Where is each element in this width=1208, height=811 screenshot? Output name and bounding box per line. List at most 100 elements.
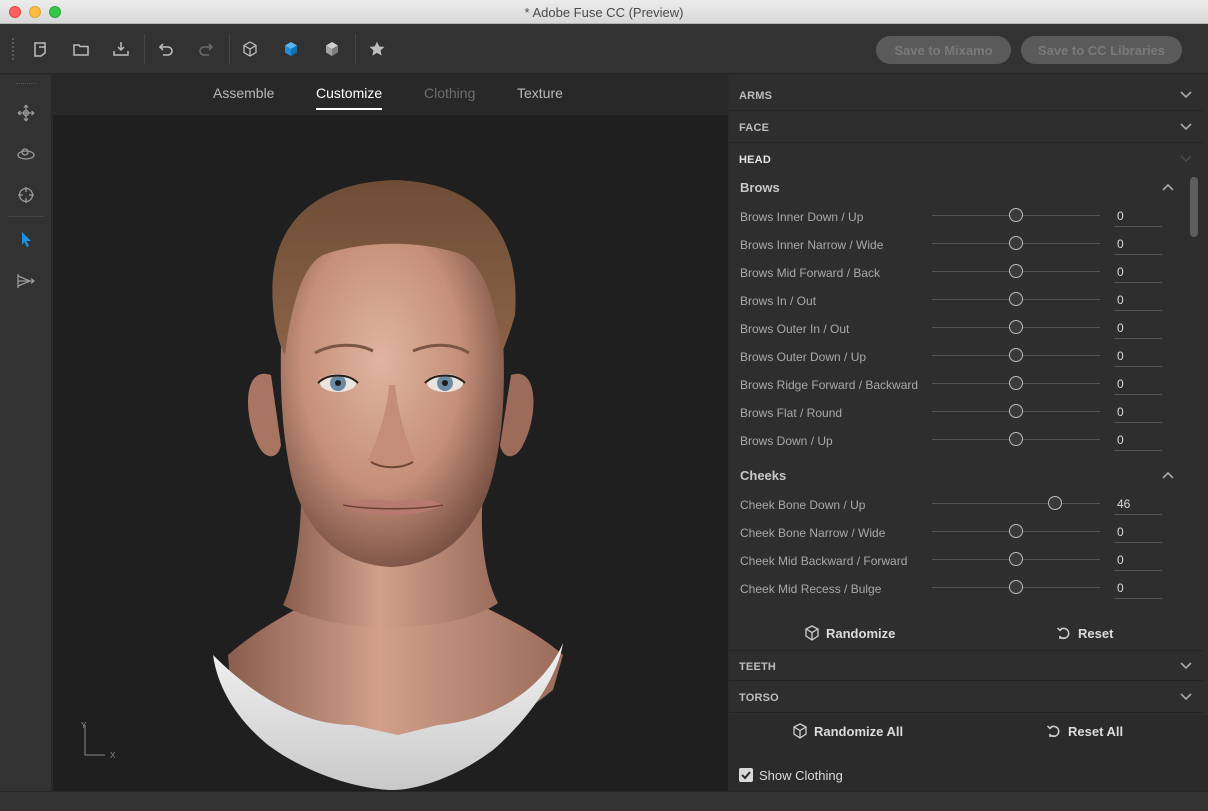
slider-row: Cheek Mid Backward / Forward 0 [729, 546, 1203, 574]
slider-thumb[interactable] [1009, 524, 1023, 538]
slider-thumb[interactable] [1009, 404, 1023, 418]
section-face[interactable]: FACE [729, 112, 1203, 143]
randomize-button[interactable]: Randomize [804, 625, 895, 641]
star-icon[interactable] [365, 37, 389, 61]
slider-value-field[interactable]: 46 [1114, 493, 1162, 515]
slider-row: Cheek Mid Recess / Bulge 0 [729, 574, 1203, 602]
slider-row: Brows Down / Up 0 [729, 426, 1203, 454]
slider-label: Brows Inner Down / Up [740, 210, 864, 224]
slider-row: Brows Ridge Forward / Backward 0 [729, 370, 1203, 398]
slider-value-field[interactable]: 0 [1114, 345, 1162, 367]
select-arrow-icon[interactable] [14, 227, 38, 251]
solid-cube-icon[interactable] [320, 37, 344, 61]
slider-thumb[interactable] [1009, 320, 1023, 334]
slider-value-field[interactable]: 0 [1114, 261, 1162, 283]
panel-scrollbar[interactable] [1190, 177, 1198, 237]
slider-thumb[interactable] [1009, 236, 1023, 250]
import-icon[interactable] [109, 37, 133, 61]
axis-x-label: X [110, 751, 116, 760]
dice-icon [805, 625, 819, 641]
toolbar-divider [144, 34, 145, 64]
slider-label: Cheek Mid Backward / Forward [740, 554, 908, 568]
group-cheeks-title: Cheeks [740, 468, 787, 483]
camera-view-icon[interactable] [14, 269, 38, 293]
chevron-down-icon [1180, 123, 1192, 131]
show-clothing-checkbox[interactable] [739, 768, 753, 782]
slider-value-field[interactable]: 0 [1114, 205, 1162, 227]
tab-customize[interactable]: Customize [316, 85, 383, 110]
slider-thumb[interactable] [1047, 496, 1062, 510]
undo-icon[interactable] [153, 37, 177, 61]
slider-thumb[interactable] [1009, 432, 1023, 446]
slider-label: Brows Flat / Round [740, 406, 843, 420]
shaded-cube-icon[interactable] [279, 37, 303, 61]
target-icon[interactable] [14, 183, 38, 207]
slider-row: Brows Mid Forward / Back 0 [729, 258, 1203, 286]
chevron-up-icon[interactable] [1161, 180, 1175, 194]
slider-value-field[interactable]: 0 [1114, 521, 1162, 543]
toolbar-divider [229, 34, 230, 64]
3d-viewport[interactable]: Assemble Customize Clothing Texture Y X [53, 75, 728, 791]
slider-thumb[interactable] [1009, 264, 1023, 278]
slider-value-field[interactable]: 0 [1114, 373, 1162, 395]
group-brows-title: Brows [740, 180, 780, 195]
slider-track[interactable] [932, 503, 1100, 504]
section-face-label: FACE [739, 122, 770, 134]
slider-row: Cheek Bone Down / Up 46 [729, 490, 1203, 518]
slider-value-field[interactable]: 0 [1114, 289, 1162, 311]
chevron-up-icon[interactable] [1161, 468, 1175, 482]
title-bar: * Adobe Fuse CC (Preview) [0, 0, 1208, 24]
rotate-icon[interactable] [14, 142, 38, 166]
slider-row: Brows Flat / Round 0 [729, 398, 1203, 426]
slider-value-field[interactable]: 0 [1114, 401, 1162, 423]
reset-all-label: Reset All [1068, 723, 1124, 739]
reset-all-button[interactable]: Reset All [1046, 723, 1123, 739]
slider-thumb[interactable] [1009, 552, 1023, 566]
slider-thumb[interactable] [1009, 292, 1023, 306]
slider-thumb[interactable] [1009, 580, 1023, 594]
open-folder-icon[interactable] [69, 37, 93, 61]
axis-indicator: Y X [81, 721, 121, 761]
chevron-down-icon [1180, 662, 1192, 670]
move-icon[interactable] [14, 101, 38, 125]
slider-label: Cheek Bone Narrow / Wide [740, 526, 886, 540]
reset-button[interactable]: Reset [1056, 625, 1113, 641]
slider-label: Cheek Bone Down / Up [740, 498, 866, 512]
slider-thumb[interactable] [1009, 208, 1023, 222]
redo-icon[interactable] [195, 37, 219, 61]
save-to-cc-libraries-button[interactable]: Save to CC Libraries [1021, 36, 1182, 64]
slider-label: Brows Mid Forward / Back [740, 266, 881, 280]
left-toolbar-grip [16, 83, 36, 84]
window-title: * Adobe Fuse CC (Preview) [524, 5, 684, 20]
slider-value-field[interactable]: 0 [1114, 549, 1162, 571]
wireframe-cube-icon[interactable] [238, 37, 262, 61]
slider-row: Cheek Bone Narrow / Wide 0 [729, 518, 1203, 546]
section-torso[interactable]: TORSO [729, 682, 1203, 713]
show-clothing-label: Show Clothing [759, 768, 843, 783]
chevron-down-icon [1180, 91, 1192, 99]
randomize-all-label: Randomize All [814, 723, 904, 739]
slider-value-field[interactable]: 0 [1114, 577, 1162, 599]
new-file-icon[interactable] [28, 37, 52, 61]
slider-value-field[interactable]: 0 [1114, 317, 1162, 339]
slider-value-field[interactable]: 0 [1114, 429, 1162, 451]
toolbar-divider [355, 34, 356, 64]
panel-footer: Randomize All Reset All Show Clothing [729, 715, 1208, 791]
tab-assemble[interactable]: Assemble [213, 85, 274, 108]
slider-row: Brows Outer Down / Up 0 [729, 342, 1203, 370]
section-teeth[interactable]: TEETH [729, 650, 1203, 681]
save-to-mixamo-button[interactable]: Save to Mixamo [876, 36, 1011, 64]
tab-clothing[interactable]: Clothing [424, 85, 475, 108]
slider-label: Brows Outer In / Out [740, 322, 850, 336]
slider-thumb[interactable] [1009, 348, 1023, 362]
section-torso-label: TORSO [739, 692, 779, 704]
tab-texture[interactable]: Texture [517, 85, 563, 108]
slider-thumb[interactable] [1009, 376, 1023, 390]
section-arms[interactable]: ARMS [729, 80, 1203, 111]
left-toolbar-divider [8, 216, 44, 217]
slider-row: Brows Inner Down / Up 0 [729, 202, 1203, 230]
randomize-all-button[interactable]: Randomize All [792, 723, 903, 739]
reset-label: Reset [1078, 625, 1114, 641]
section-head[interactable]: HEAD [729, 144, 1203, 175]
slider-value-field[interactable]: 0 [1114, 233, 1162, 255]
